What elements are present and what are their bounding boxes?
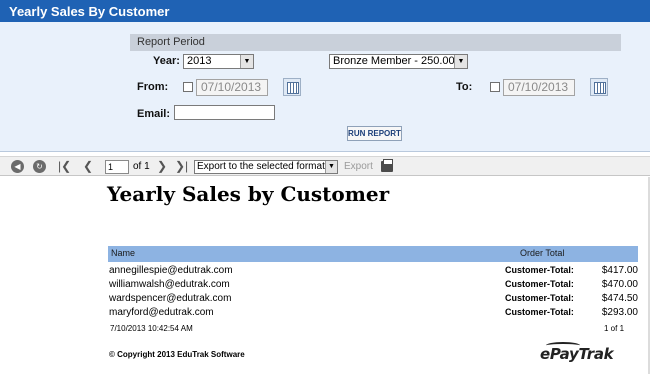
chevron-down-icon: ▼ — [454, 55, 467, 68]
table-row: williamwalsh@edutrak.com Customer-Total:… — [108, 279, 638, 293]
customer-total-label: Customer-Total: — [505, 293, 574, 303]
customer-total-amount: $293.00 — [601, 307, 638, 318]
table-row: maryford@edutrak.com Customer-Total: $29… — [108, 307, 638, 321]
page-of-label: of 1 — [133, 161, 150, 172]
report-title: Yearly Sales by Customer — [107, 182, 390, 206]
export-link[interactable]: Export — [344, 161, 373, 172]
membership-select-value: Bronze Member - 250.00 — [333, 55, 455, 67]
customer-total-amount: $470.00 — [601, 279, 638, 290]
report-viewer-toolbar: ◀ ↻ |❮ ❮ 1 of 1 ❯ ❯| Export to the selec… — [0, 156, 650, 176]
report-page-count: 1 of 1 — [604, 324, 625, 333]
year-select[interactable]: 2013 ▼ — [183, 54, 254, 69]
table-header: Name Order Total — [108, 246, 638, 262]
customer-email: maryford@edutrak.com — [109, 307, 214, 318]
report-period-label: Report Period — [137, 36, 205, 48]
customer-total-label: Customer-Total: — [505, 279, 574, 289]
table-row: wardspencer@edutrak.com Customer-Total: … — [108, 293, 638, 307]
refresh-icon[interactable]: ↻ — [33, 160, 46, 173]
email-label: Email: — [137, 108, 171, 120]
chevron-down-icon: ▼ — [240, 55, 253, 68]
to-checkbox[interactable] — [490, 82, 500, 92]
customer-total-label: Customer-Total: — [505, 265, 574, 275]
column-order-total-header: Order Total — [520, 248, 565, 258]
print-icon[interactable] — [381, 159, 393, 172]
to-date-input[interactable]: 07/10/2013 — [503, 79, 575, 96]
customer-total-amount: $417.00 — [601, 265, 638, 276]
to-calendar-icon[interactable] — [590, 78, 608, 96]
from-checkbox[interactable] — [183, 82, 193, 92]
first-page-icon[interactable]: |❮ — [58, 160, 71, 173]
copyright-text: © Copyright 2013 EduTrak Software — [109, 350, 245, 359]
customer-total-amount: $474.50 — [601, 293, 638, 304]
from-label: From: — [137, 81, 169, 93]
epaytrak-logo: ePayTrak — [540, 342, 614, 363]
table-row: annegillespie@edutrak.com Customer-Total… — [108, 265, 638, 279]
customer-email: williamwalsh@edutrak.com — [109, 279, 230, 290]
customer-total-label: Customer-Total: — [505, 307, 574, 317]
next-page-icon[interactable]: ❯ — [157, 160, 167, 173]
email-input[interactable] — [174, 105, 275, 120]
report-period-header: Report Period — [130, 34, 621, 51]
back-icon[interactable]: ◀ — [11, 160, 24, 173]
to-label: To: — [456, 81, 473, 93]
title-bar: Yearly Sales By Customer — [0, 0, 650, 22]
page-number-input[interactable]: 1 — [105, 160, 129, 174]
previous-page-icon[interactable]: ❮ — [83, 160, 93, 173]
report-timestamp: 7/10/2013 10:42:54 AM — [110, 324, 193, 333]
report-page: Yearly Sales by Customer Name Order Tota… — [0, 177, 650, 374]
membership-select[interactable]: Bronze Member - 250.00 ▼ — [329, 54, 468, 69]
column-name-header: Name — [111, 248, 136, 258]
year-label: Year: — [153, 55, 180, 67]
customer-email: wardspencer@edutrak.com — [109, 293, 232, 304]
from-date-input[interactable]: 07/10/2013 — [196, 79, 268, 96]
customer-email: annegillespie@edutrak.com — [109, 265, 233, 276]
year-select-value: 2013 — [187, 55, 212, 67]
chevron-down-icon: ▼ — [325, 161, 337, 173]
from-calendar-icon[interactable] — [283, 78, 301, 96]
export-format-select[interactable]: Export to the selected format ▼ — [194, 160, 338, 174]
window-title: Yearly Sales By Customer — [9, 4, 170, 19]
last-page-icon[interactable]: ❯| — [175, 160, 188, 173]
report-parameters-panel: Report Period Year: 2013 ▼ Bronze Member… — [0, 22, 650, 152]
export-format-value: Export to the selected format — [197, 161, 325, 172]
run-report-button[interactable]: RUN REPORT — [347, 126, 402, 141]
